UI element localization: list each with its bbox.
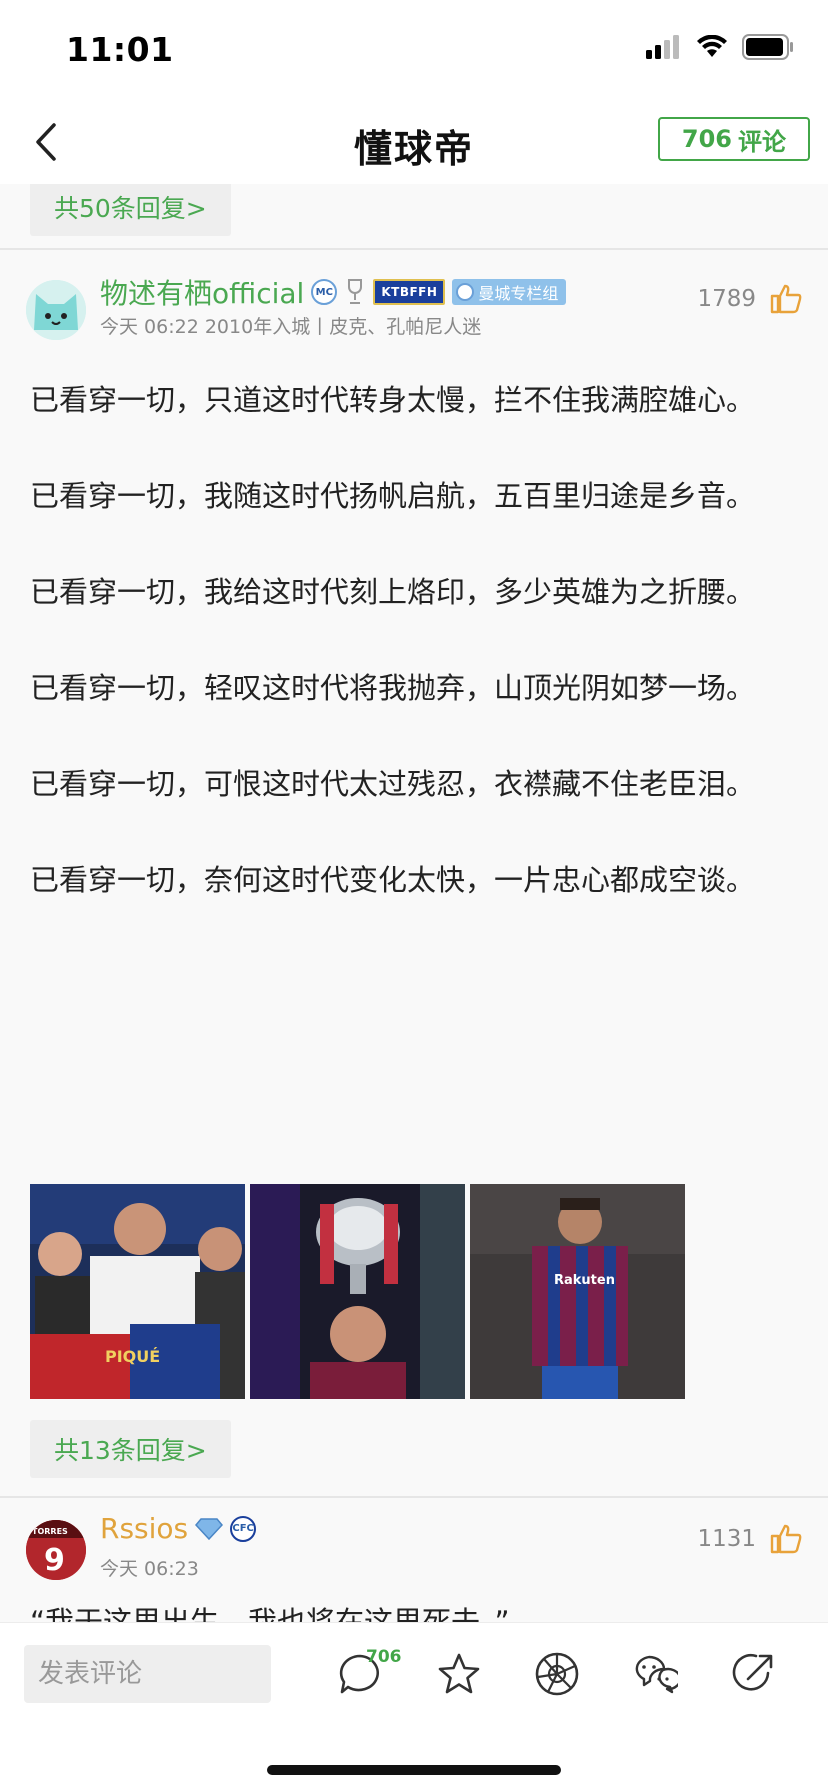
club-badge-icon: CFC	[230, 1515, 257, 1542]
aperture-icon	[535, 1652, 579, 1696]
user-row: 物述有栖official MC KTBFFH 曼城专栏组	[100, 272, 567, 312]
divider	[0, 1496, 828, 1498]
status-bar: 11:01	[0, 0, 828, 100]
like-count: 1789	[697, 286, 756, 312]
photo-thumbnail[interactable]	[250, 1184, 465, 1399]
comment-badge: 706	[366, 1647, 402, 1667]
trophy-icon	[344, 278, 366, 306]
paragraph: 已看穿一切，我给这时代刻上烙印，多少英雄为之折腰。	[30, 575, 756, 609]
home-indicator	[267, 1765, 561, 1775]
comment-count: 706	[681, 125, 732, 153]
diamond-icon	[195, 1517, 224, 1540]
view-replies-button[interactable]: 共13条回复>	[30, 1420, 231, 1478]
comment-input[interactable]	[24, 1645, 271, 1703]
paragraph: 已看穿一切，可恨这时代太过残忍，衣襟藏不住老臣泪。	[30, 767, 756, 801]
star-icon	[438, 1653, 480, 1694]
paragraph: 已看穿一切，只道这时代转身太慢，拦不住我满腔雄心。	[30, 383, 756, 417]
thumbs-up-icon	[770, 284, 802, 314]
signal-icon	[646, 35, 679, 59]
paragraph: 已看穿一切，我随这时代扬帆启航，五百里归途是乡音。	[30, 479, 756, 513]
share-button[interactable]	[728, 1649, 778, 1699]
avatar-text: TORRES	[32, 1527, 68, 1536]
wechat-icon	[635, 1655, 678, 1694]
user-row: Rssios CFC	[100, 1512, 257, 1545]
nav-bar: 懂球帝 706 评论	[0, 100, 828, 184]
paragraph: 已看穿一切，轻叹这时代将我抛弃，山顶光阴如梦一场。	[30, 671, 756, 705]
shirt-name-text: PIQUÉ	[105, 1347, 160, 1366]
comment-list[interactable]: 共50条回复> 物述有栖official MC KTBFFH 曼城专栏组 今天 …	[0, 184, 828, 1622]
favorite-button[interactable]	[434, 1649, 484, 1699]
divider	[0, 248, 828, 250]
like-button[interactable]: 1131	[697, 1524, 802, 1554]
photo-thumbnail[interactable]: Rakuten	[470, 1184, 685, 1399]
username[interactable]: 物述有栖official	[100, 272, 304, 312]
view-replies-button[interactable]: 共50条回复>	[30, 184, 231, 236]
column-group-badge: 曼城专栏组	[452, 279, 567, 305]
wechat-share-button[interactable]	[630, 1649, 680, 1699]
bottom-bar: 706	[0, 1622, 828, 1792]
moments-share-button[interactable]	[532, 1649, 582, 1699]
share-icon	[732, 1654, 773, 1691]
wifi-icon	[697, 35, 727, 57]
like-count: 1131	[697, 1526, 756, 1552]
comment-count-button[interactable]: 706 评论	[657, 117, 810, 161]
comment-meta: 今天 06:23	[100, 1558, 199, 1580]
like-button[interactable]: 1789	[697, 284, 802, 314]
avatar[interactable]: TORRES 9	[26, 1520, 86, 1580]
paragraph: 已看穿一切，奈何这时代变化太快，一片忠心都成空谈。	[30, 863, 756, 897]
image-gallery: PIQUÉ Rakuten	[30, 1184, 685, 1399]
status-time: 11:01	[66, 30, 174, 69]
battery-icon	[742, 34, 793, 60]
column-group-label: 曼城专栏组	[478, 284, 559, 303]
photo-thumbnail[interactable]: PIQUÉ	[30, 1184, 245, 1399]
comment-text: 已看穿一切，只道这时代转身太慢，拦不住我满腔雄心。 已看穿一切，我随这时代扬帆启…	[30, 376, 790, 904]
thumbs-up-icon	[770, 1524, 802, 1554]
sponsor-text: Rakuten	[554, 1273, 615, 1288]
club-badge-icon: MC	[311, 279, 338, 305]
status-icons	[646, 34, 794, 60]
username[interactable]: Rssios	[100, 1512, 188, 1545]
comment-meta: 今天 06:22 2010年入城丨皮克、孔帕尼人迷	[100, 316, 482, 338]
comment-text: “我于这里出生，我也将在这里死去。”	[30, 1605, 510, 1622]
ktbffh-badge: KTBFFH	[373, 279, 446, 305]
avatar[interactable]	[26, 280, 86, 340]
comment-count-label: 评论	[738, 127, 786, 156]
cat-avatar-icon	[26, 280, 86, 340]
club-dot-icon	[456, 283, 475, 301]
avatar-number: 9	[44, 1543, 65, 1578]
